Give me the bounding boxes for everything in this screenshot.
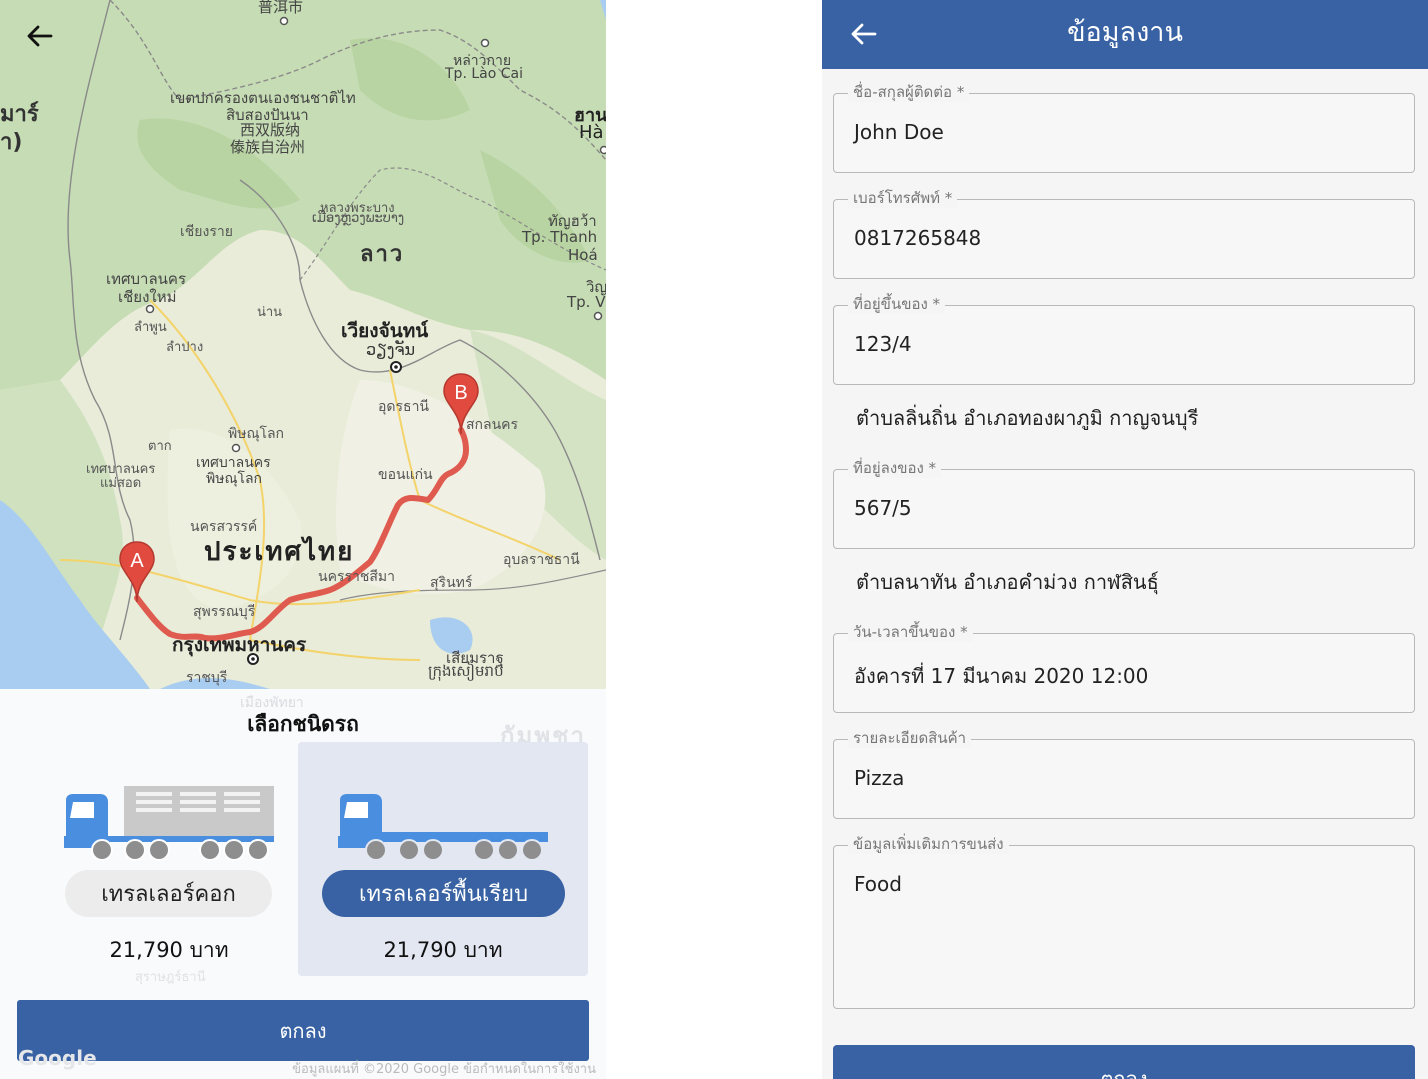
map-label: แม่สอด	[100, 476, 142, 491]
map-label: สุพรรณบุรี	[193, 604, 256, 620]
map-label: ក្រុងសៀមរាប	[428, 662, 504, 680]
vehicle-price: 21,790 บาท	[109, 938, 229, 962]
map-label-layer: 普洱市 มาร์ า) เขตปกครองตนเองชนชาติไท สิบสอ…	[0, 0, 606, 689]
map-label: อุบลราชธานี	[503, 552, 580, 568]
back-button[interactable]	[22, 18, 58, 54]
app-bar: ข้อมูลงาน	[822, 0, 1428, 69]
field-value: อังคารที่ 17 มีนาคม 2020 12:00	[854, 664, 1149, 688]
google-logo: Google	[18, 1046, 97, 1070]
map-label: อุดรธานี	[378, 399, 429, 415]
phone-field[interactable]: เบอร์โทรศัพท์ * 0817265848	[833, 188, 1415, 279]
field-label: รายละเอียดสินค้า	[848, 728, 972, 748]
map-label: ลาว	[360, 242, 405, 267]
goods-detail-field[interactable]: รายละเอียดสินค้า Pizza	[833, 728, 1415, 819]
field-label: ที่อยู่ลงของ *	[848, 458, 942, 478]
map-label: Hoá	[568, 246, 598, 264]
map-label: นครราชสีมา	[318, 569, 395, 585]
vehicle-selection-screen: 普洱市 มาร์ า) เขตปกครองตนเองชนชาติไท สิบสอ…	[0, 0, 606, 1079]
field-label: ชื่อ-สกุลผู้ติดต่อ *	[848, 82, 970, 102]
marker-b-label: B	[454, 382, 467, 404]
field-value: Food	[854, 872, 902, 896]
vehicle-card-flatbed-trailer[interactable]: เทรลเลอร์พื้นเรียบ 21,790 บาท	[298, 742, 588, 976]
sheet-title: เลือกชนิดรถ	[247, 712, 359, 736]
field-value: John Doe	[854, 120, 944, 144]
marker-a-label: A	[130, 550, 144, 572]
map-label: ເມືອງຫຼວງພະບາງ	[312, 211, 405, 226]
map-label: ราชบุรี	[186, 670, 228, 686]
page-title: ข้อมูลงาน	[1067, 17, 1183, 48]
dropoff-address-field[interactable]: ที่อยู่ลงของ * 567/5	[833, 458, 1415, 549]
field-label: ข้อมูลเพิ่มเติมการขนส่ง	[848, 834, 1009, 854]
marker-b-icon[interactable]: B	[442, 372, 480, 436]
field-value: Pizza	[854, 766, 905, 790]
vehicle-card-stall-trailer[interactable]: เทรลเลอร์คอก 21,790 บาท	[24, 742, 314, 976]
map-label: สุรินทร์	[430, 575, 473, 591]
map-label: ວຽງຈັນ	[366, 340, 416, 359]
vehicle-price: 21,790 บาท	[383, 938, 503, 962]
extra-info-field[interactable]: ข้อมูลเพิ่มเติมการขนส่ง Food	[833, 834, 1415, 1009]
map-label: กรุงเทพมหานคร	[172, 634, 307, 656]
map-label: Hà	[579, 122, 604, 143]
map-label: น่าน	[257, 305, 283, 320]
map-label: Tp. V	[567, 293, 606, 311]
vehicle-name-label: เทรลเลอร์พื้นเรียบ	[322, 870, 565, 917]
field-label: ที่อยู่ขึ้นของ *	[848, 294, 946, 314]
flatbed-trailer-truck-icon	[338, 794, 548, 861]
dropoff-area-text: ตำบลนาทัน อำเภอคำม่วง กาฬสินธุ์	[856, 570, 1159, 594]
vehicle-name-label: เทรลเลอร์คอก	[65, 870, 272, 917]
field-label: เบอร์โทรศัพท์ *	[848, 188, 958, 208]
field-value: 567/5	[854, 496, 912, 520]
map-label: ขอนแก่น	[378, 467, 433, 483]
map-label: เชียงใหม่	[118, 288, 177, 306]
map-label: พิษณุโลก	[228, 426, 285, 442]
map-label: พิษณุโลก	[206, 471, 263, 487]
pickup-datetime-field[interactable]: วัน-เวลาขึ้นของ * อังคารที่ 17 มีนาคม 20…	[833, 622, 1415, 713]
map-label: า)	[0, 130, 23, 155]
confirm-button[interactable]: ตกลง	[17, 1000, 589, 1061]
map-label: 傣族自治州	[230, 138, 306, 156]
pickup-address-field[interactable]: ที่อยู่ขึ้นของ * 123/4	[833, 294, 1415, 385]
map-attribution[interactable]: ข้อมูลแผนที่ ©2020 Google ข้อกำหนดในการใ…	[292, 1058, 596, 1079]
map-label: ลำพูน	[134, 320, 167, 335]
field-value: 123/4	[854, 332, 912, 356]
contact-name-field[interactable]: ชื่อ-สกุลผู้ติดต่อ * John Doe	[833, 82, 1415, 173]
pickup-area-text: ตำบลลิ่นถิ่น อำเภอทองผาภูมิ กาญจนบุรี	[856, 406, 1199, 430]
stall-trailer-truck-icon	[64, 786, 274, 861]
confirm-button[interactable]: ตกลง	[833, 1045, 1415, 1079]
field-value: 0817265848	[854, 226, 982, 250]
map-label: ตาก	[148, 439, 172, 454]
job-info-screen: ข้อมูลงาน ชื่อ-สกุลผู้ติดต่อ * John Doe …	[822, 0, 1428, 1079]
marker-a-icon[interactable]: A	[118, 540, 156, 604]
arrow-left-icon	[27, 25, 53, 47]
map-label: Tp. Thanh	[522, 228, 598, 246]
map-label: เชียงราย	[180, 224, 233, 240]
field-label: วัน-เวลาขึ้นของ *	[848, 622, 973, 642]
map-label: ลำปาง	[166, 340, 204, 355]
map-label: 普洱市	[258, 0, 304, 16]
map-label: Tp. Lào Cai	[445, 66, 523, 82]
